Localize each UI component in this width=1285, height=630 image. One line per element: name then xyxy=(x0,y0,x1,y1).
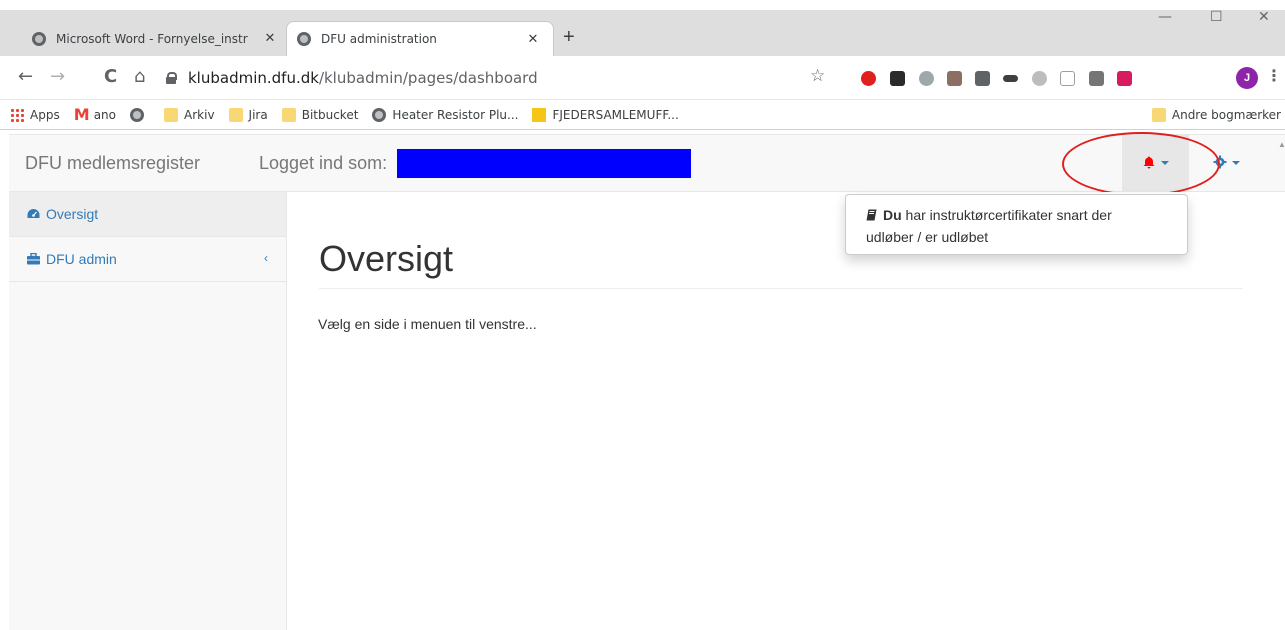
page-header-divider xyxy=(319,288,1243,289)
bookmark-bitbucket[interactable]: Bitbucket xyxy=(281,107,359,122)
maximize-button[interactable]: ☐ xyxy=(1210,9,1223,25)
bookmark-label: Arkiv xyxy=(184,107,215,122)
bookmark-label: Jira xyxy=(248,107,268,122)
tab-title: DFU administration xyxy=(321,32,437,46)
address-bar[interactable]: klubadmin.dfu.dk/klubadmin/pages/dashboa… xyxy=(166,63,846,93)
bookmark-gmail[interactable]: M ano xyxy=(73,104,117,124)
main-content: Oversigt Vælg en side i menuen til venst… xyxy=(287,192,1285,630)
redacted-username xyxy=(397,149,691,178)
briefcase-icon xyxy=(27,253,40,265)
url-path: /klubadmin/pages/dashboard xyxy=(318,69,538,87)
sidebar-item-dfu-admin[interactable]: DFU admin ‹ xyxy=(9,237,286,282)
browser-menu-icon[interactable]: ⋮ xyxy=(1266,66,1282,86)
url-host: klubadmin.dfu.dk xyxy=(188,69,319,87)
bookmark-label: Apps xyxy=(30,107,60,122)
globe-icon xyxy=(32,31,46,46)
opera-extension-icon[interactable] xyxy=(861,71,876,86)
minimize-button[interactable]: — xyxy=(1158,9,1172,25)
dropbox-extension-icon[interactable] xyxy=(919,71,934,86)
page-intro-text: Vælg en side i menuen til venstre... xyxy=(318,316,537,332)
shield-extension-icon[interactable] xyxy=(1032,71,1047,86)
bookmark-label: ano xyxy=(93,107,117,122)
bookmark-jira[interactable]: Jira xyxy=(228,107,268,122)
alert-text-line2: udløber / er udløbet xyxy=(866,229,989,245)
close-window-button[interactable]: ✕ xyxy=(1258,9,1270,25)
tab-close-icon[interactable]: ✕ xyxy=(260,31,280,46)
alert-item-certificates[interactable]: Du har instruktørcertifikater snart der u… xyxy=(866,204,1167,248)
annotation-circle xyxy=(1062,132,1220,196)
bookmark-arkiv[interactable]: Arkiv xyxy=(164,107,215,122)
brand-title[interactable]: DFU medlemsregister xyxy=(25,153,200,174)
sidebar: Oversigt DFU admin ‹ xyxy=(9,192,287,630)
bookmark-globe[interactable] xyxy=(130,107,150,122)
window-extension-icon[interactable] xyxy=(1060,71,1075,86)
bookmark-star-icon[interactable]: ☆ xyxy=(810,66,825,86)
alerts-dropdown-menu: Du har instruktørcertifikater snart der u… xyxy=(845,194,1188,255)
caret-down-icon xyxy=(1232,161,1240,165)
browser-tab-strip: Microsoft Word - Fornyelse_instr ✕ DFU a… xyxy=(0,0,1285,56)
site-icon xyxy=(532,107,547,122)
folder-icon xyxy=(228,107,243,122)
bookmark-apps[interactable]: Apps xyxy=(10,107,60,122)
folder-icon xyxy=(164,107,179,122)
globe-icon xyxy=(297,32,311,46)
profile-avatar[interactable]: J xyxy=(1236,67,1258,89)
browser-toolbar: ← → C ⌂ klubadmin.dfu.dk/klubadmin/pages… xyxy=(0,56,1285,100)
chevron-left-icon: ‹ xyxy=(264,251,268,265)
home-button[interactable]: ⌂ xyxy=(134,66,145,87)
eye-extension-icon[interactable] xyxy=(1003,75,1018,82)
bookmark-heater-resistor[interactable]: Heater Resistor Plu... xyxy=(372,107,519,122)
folder-icon xyxy=(281,107,296,122)
vivaldi-extension-icon[interactable] xyxy=(890,71,905,86)
back-button[interactable]: ← xyxy=(18,66,33,87)
bookmarks-bar: Apps M ano Arkiv Jira Bitbucket Heater R… xyxy=(0,100,1285,130)
apps-icon xyxy=(10,107,24,122)
gmail-icon: M xyxy=(73,104,90,124)
alert-text-line1: har instruktørcertifikater snart der xyxy=(901,207,1112,223)
lock-icon xyxy=(166,72,177,84)
folder-icon xyxy=(1151,108,1166,122)
lightbulb-extension-icon[interactable] xyxy=(975,71,990,86)
tab-dfu-administration[interactable]: DFU administration ✕ xyxy=(286,21,554,56)
logged-in-label: Logget ind som: xyxy=(259,153,388,173)
paint-extension-icon[interactable] xyxy=(947,71,962,86)
bookmark-label: FJEDERSAMLEMUFF... xyxy=(552,107,679,122)
new-tab-button[interactable]: + xyxy=(563,27,575,47)
other-bookmarks[interactable]: Andre bogmærker xyxy=(1151,108,1281,122)
tab-close-icon[interactable]: ✕ xyxy=(523,32,543,47)
forward-button[interactable]: → xyxy=(50,66,65,87)
alert-bold-text: Du xyxy=(883,207,902,223)
other-bookmarks-label: Andre bogmærker xyxy=(1171,108,1281,122)
globe-icon xyxy=(372,107,387,122)
sidebar-item-label: Oversigt xyxy=(46,206,99,222)
reload-button[interactable]: C xyxy=(104,66,117,87)
tab-title: Microsoft Word - Fornyelse_instr xyxy=(56,31,248,46)
bookmark-label: Bitbucket xyxy=(301,107,359,122)
screenshot-extension-icon[interactable] xyxy=(1089,71,1104,86)
page-title: Oversigt xyxy=(319,238,454,279)
bookmark-fjedersamlemuff[interactable]: FJEDERSAMLEMUFF... xyxy=(532,107,679,122)
sidebar-item-label: DFU admin xyxy=(46,251,117,267)
book-icon xyxy=(866,209,877,221)
globe-icon xyxy=(130,107,145,122)
dashboard-icon xyxy=(27,209,40,218)
media-extension-icon[interactable] xyxy=(1117,71,1132,86)
tab-word-document[interactable]: Microsoft Word - Fornyelse_instr ✕ xyxy=(22,21,290,56)
sidebar-item-oversigt[interactable]: Oversigt xyxy=(9,192,286,237)
bookmark-label: Heater Resistor Plu... xyxy=(392,107,519,122)
scrollbar-up-arrow[interactable]: ▲ xyxy=(1278,140,1285,149)
